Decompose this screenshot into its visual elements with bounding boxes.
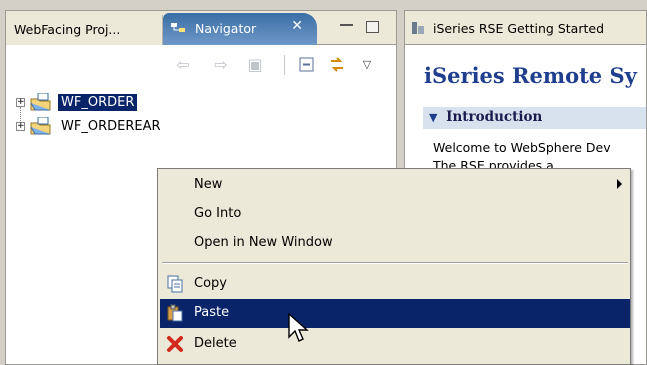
menu-item-paste[interactable]: Paste [160,299,630,328]
delete-icon [167,336,183,352]
minimize-button[interactable] [340,24,353,26]
tab-rse-label: iSeries RSE Getting Started [432,21,605,36]
project-tree: + WF_ORDER + WF_ORDEREAR [6,91,396,139]
menu-item-copy[interactable]: Copy [160,270,630,299]
navigator-icon [171,23,185,32]
right-tabbar: iSeries RSE Getting Started [405,11,646,45]
project-folder-icon [30,93,51,111]
close-icon[interactable]: ✕ [291,18,303,34]
paste-icon [167,304,183,322]
maximize-button[interactable] [366,21,379,33]
expand-icon[interactable]: + [16,122,25,131]
menu-item-delete[interactable]: Delete [160,330,630,359]
menu-item-go-into[interactable]: Go Into [160,200,630,229]
navigator-toolbar: ⇦ ⇨ ▣ ▽ [6,45,396,83]
toolbar-separator [284,55,285,75]
project-folder-icon [30,117,51,135]
view-menu-icon[interactable]: ▽ [358,57,376,73]
menu-item-label: Copy [194,276,227,291]
body-line: Welcome to WebSphere Dev [433,140,611,155]
left-tabbar: WebFacing Proj... Navigator ✕ [6,11,396,45]
mouse-pointer-icon [288,313,309,342]
link-with-editor-icon[interactable] [328,57,346,73]
page-title: iSeries Remote Sy [424,63,637,88]
submenu-arrow-icon [617,179,622,189]
tree-item-label: WF_ORDER [58,94,138,111]
menu-item-label: Open in New Window [194,235,333,250]
menu-item-label: Go Into [194,206,242,221]
expand-icon[interactable]: + [16,98,25,107]
copy-icon [167,275,183,293]
tree-item[interactable]: + WF_ORDEREAR [6,115,396,139]
tab-rse-getting-started[interactable]: iSeries RSE Getting Started [411,21,604,36]
back-arrow-icon[interactable]: ⇦ [174,57,192,73]
up-folder-icon[interactable]: ▣ [246,57,264,73]
tab-webfacing-projects[interactable]: WebFacing Proj... [6,15,163,45]
forward-arrow-icon[interactable]: ⇨ [212,57,230,73]
tree-item-label: WF_ORDEREAR [61,119,161,134]
menu-item-label: Delete [194,336,237,351]
section-header[interactable]: ▼ Introduction [423,107,646,129]
menu-item-open-new-window[interactable]: Open in New Window [160,229,630,258]
menu-item-new[interactable]: New [160,171,630,200]
menu-item-label: Paste [194,305,230,320]
tab-navigator[interactable]: Navigator ✕ [163,13,317,45]
menu-separator [162,262,628,264]
context-menu: New Go Into Open in New Window Copy Past… [157,168,631,365]
menu-item-label: New [194,177,223,192]
rse-icon [412,22,424,34]
tree-item[interactable]: + WF_ORDER [6,91,396,121]
section-title: Introduction [446,109,543,125]
tab-navigator-label: Navigator [194,21,257,36]
collapse-triangle-icon: ▼ [429,111,438,124]
tab-webfacing-label: WebFacing Proj... [14,22,121,37]
collapse-all-icon[interactable] [298,57,316,73]
